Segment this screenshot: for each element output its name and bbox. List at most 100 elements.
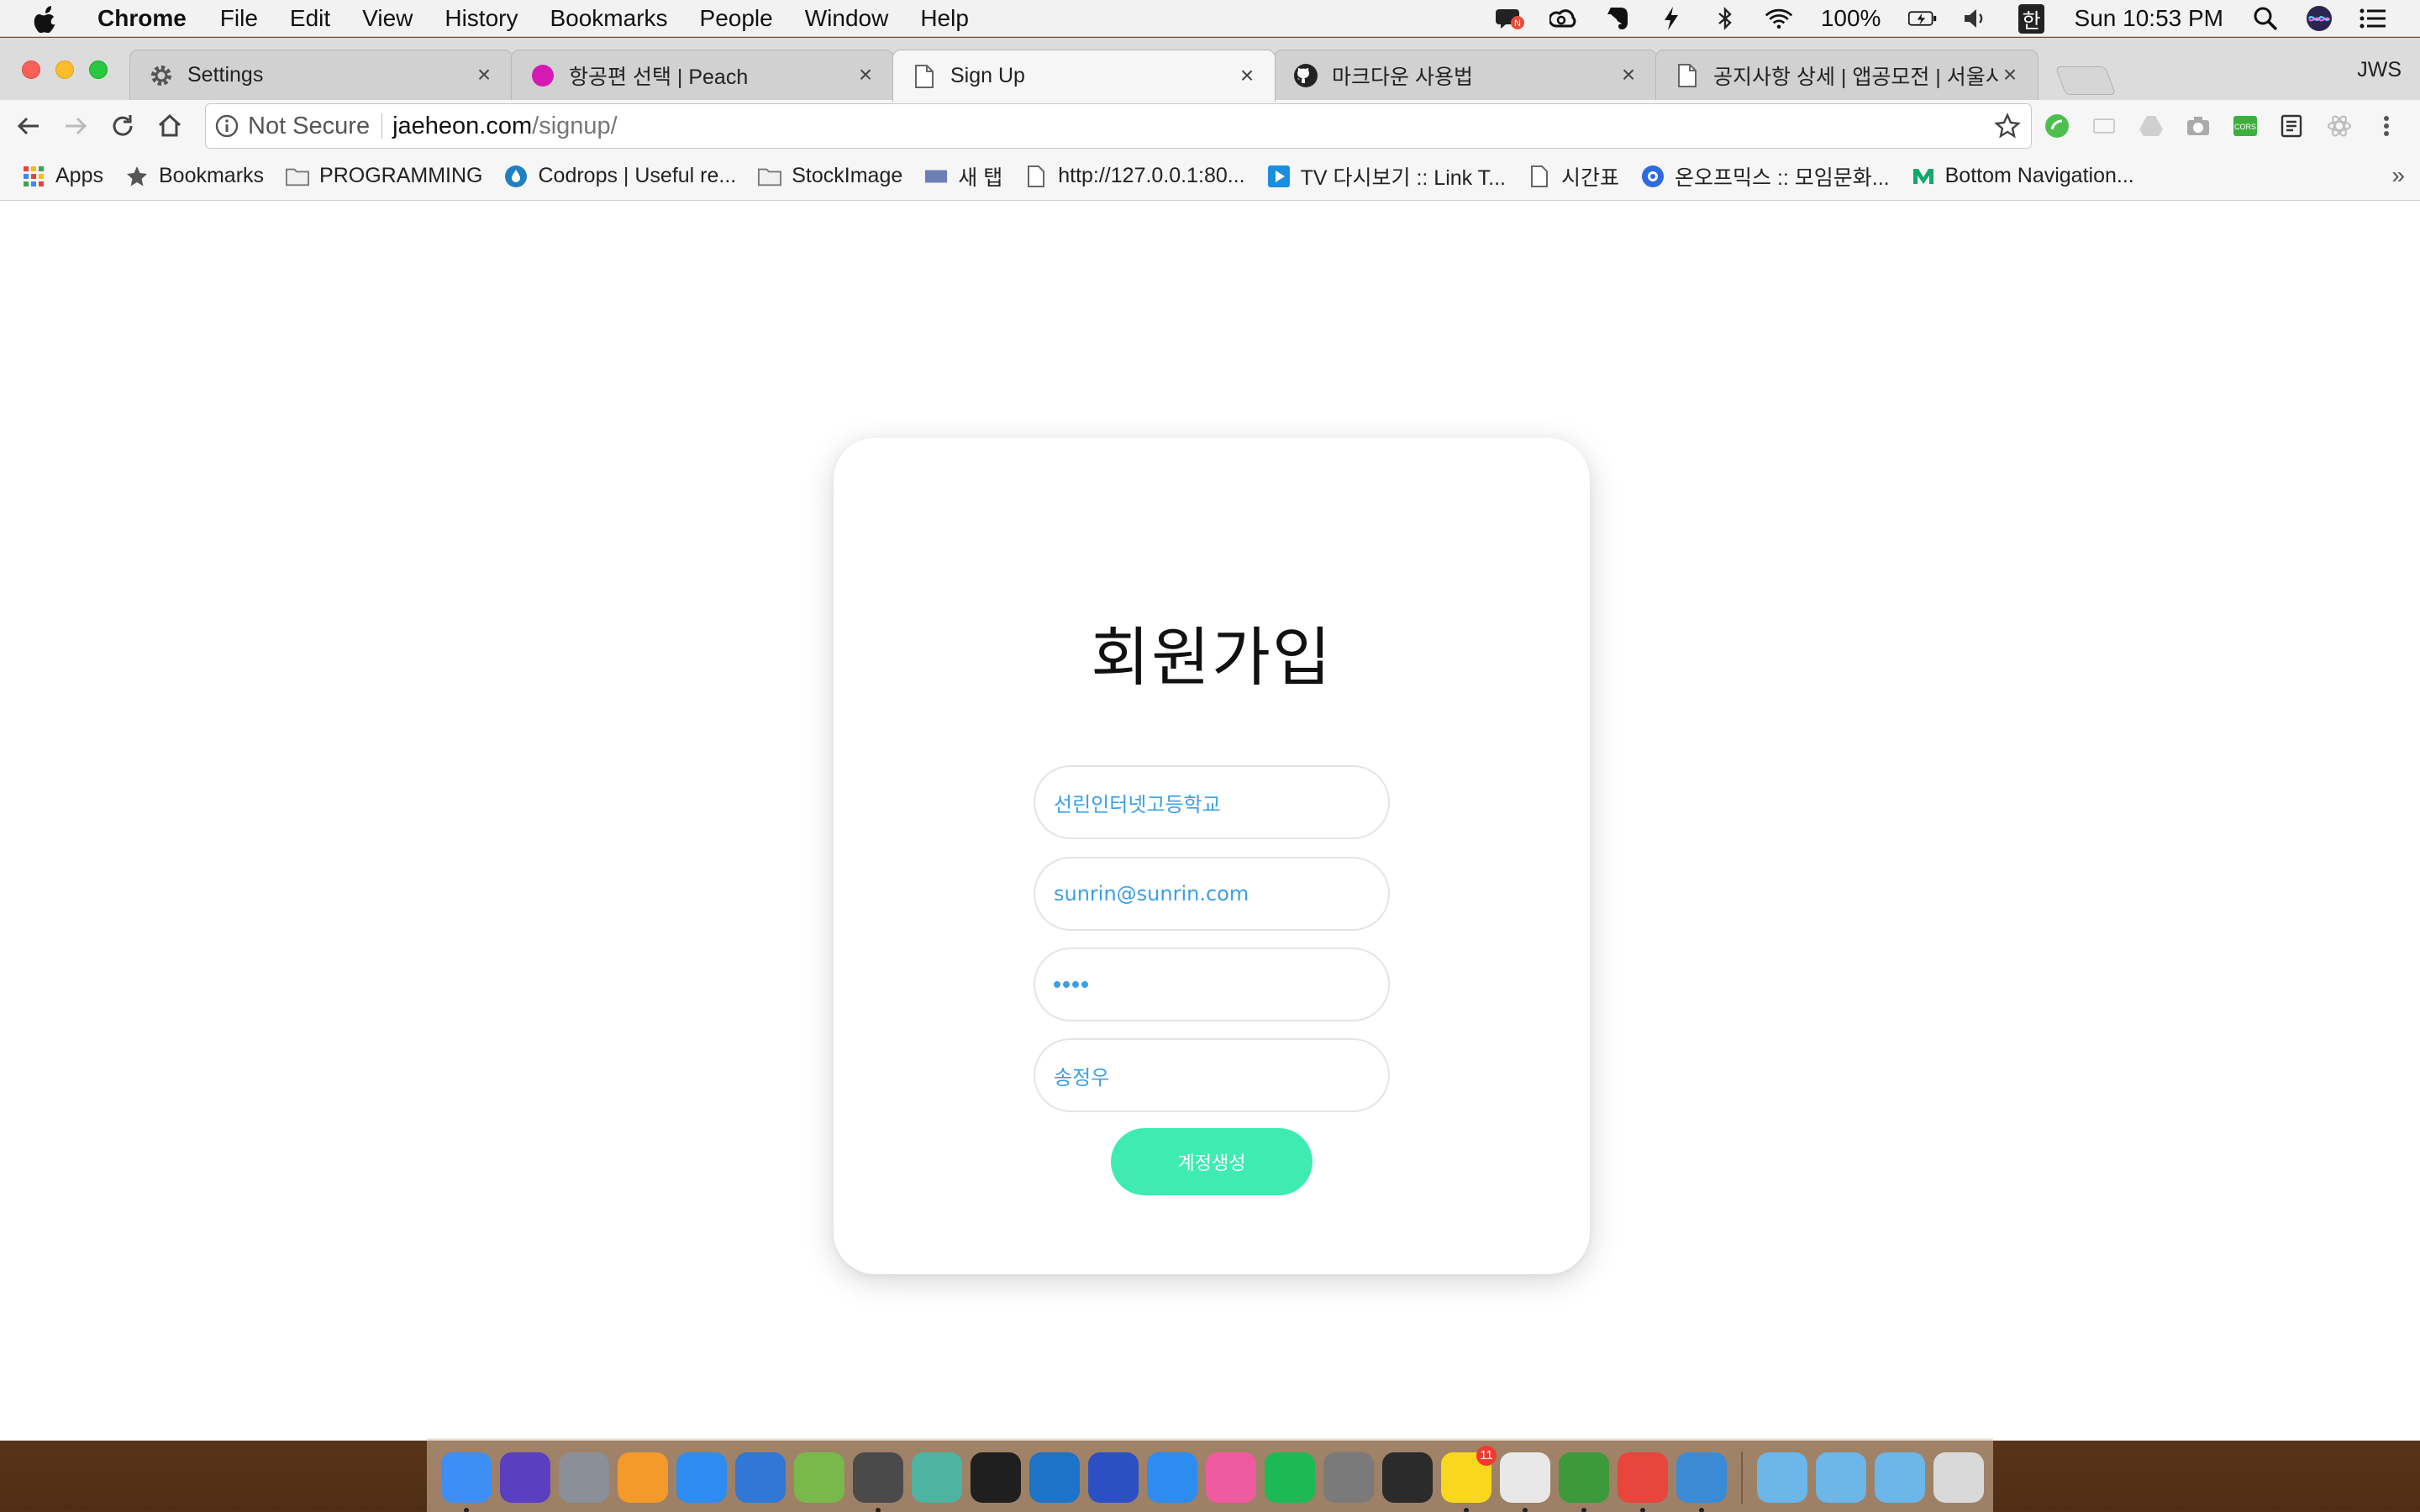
android-studio-dock-icon[interactable]: [794, 1452, 844, 1503]
bookmark-stockimage[interactable]: StockImage: [758, 164, 902, 188]
system-preferences-dock-icon[interactable]: [1323, 1452, 1374, 1503]
chrome-dock-icon[interactable]: [1618, 1452, 1668, 1512]
bookmark-star-icon[interactable]: [1994, 113, 2021, 139]
bookmark-newtab[interactable]: 새 탭: [924, 161, 1002, 192]
itunes-dock-icon[interactable]: [1206, 1452, 1256, 1503]
safari-dock-icon[interactable]: [1147, 1452, 1197, 1503]
tweetbot-dock-icon[interactable]: [1676, 1452, 1727, 1512]
password-dot: [1081, 981, 1088, 988]
green-extension-icon[interactable]: [2042, 111, 2072, 141]
bookmark-timetable[interactable]: 시간표: [1528, 161, 1619, 192]
volume-icon[interactable]: [1962, 6, 1991, 31]
info-icon[interactable]: [214, 113, 239, 139]
clipboard-icon[interactable]: [2277, 111, 2307, 141]
menubar-clock[interactable]: Sun 10:53 PM: [2075, 5, 2223, 32]
react-devtools-icon[interactable]: [2324, 111, 2354, 141]
notification-center-icon[interactable]: [2359, 6, 2387, 31]
profile-name[interactable]: JWS: [2357, 58, 2402, 82]
evernote-dock-icon[interactable]: [1559, 1452, 1609, 1512]
spotlight-icon[interactable]: [2251, 6, 2280, 31]
tab-sign-up[interactable]: Sign Up ×: [892, 50, 1276, 102]
close-tab-icon[interactable]: ×: [473, 62, 495, 87]
url-path[interactable]: /signup/: [532, 113, 618, 140]
password-input[interactable]: [1034, 948, 1390, 1021]
email-input[interactable]: sunrin@sunrin.com: [1034, 857, 1390, 931]
sublime-text-dock-icon[interactable]: [853, 1452, 903, 1512]
name-input[interactable]: 송정우: [1034, 1038, 1390, 1112]
new-tab-button[interactable]: [2054, 66, 2117, 95]
flash-icon[interactable]: [1657, 6, 1686, 31]
downloads-folder-dock-icon[interactable]: [1757, 1452, 1807, 1503]
drive-icon[interactable]: [2136, 111, 2166, 141]
bookmark-localhost[interactable]: http://127.0.0.1:80...: [1024, 164, 1245, 188]
menu-people[interactable]: People: [700, 5, 773, 32]
menu-edit[interactable]: Edit: [290, 5, 330, 32]
address-bar[interactable]: Not Secure jaeheon.com /signup/: [205, 103, 2032, 149]
security-label[interactable]: Not Secure: [248, 113, 370, 140]
bookmark-onoffmix[interactable]: 온오프믹스 :: 모임문화...: [1641, 161, 1890, 192]
atom-dock-icon[interactable]: [912, 1452, 962, 1503]
menu-bookmarks[interactable]: Bookmarks: [550, 5, 667, 32]
trash-dock-icon[interactable]: [1933, 1452, 1984, 1503]
slack-dock-icon[interactable]: [1500, 1452, 1550, 1512]
camera-icon[interactable]: [2183, 111, 2213, 141]
close-tab-icon[interactable]: ×: [1236, 63, 1258, 87]
input-source[interactable]: 한: [2018, 3, 2044, 34]
cast-icon[interactable]: [2089, 111, 2119, 141]
launchpad-dock-icon[interactable]: [559, 1452, 609, 1503]
firefox-dock-icon[interactable]: [1088, 1452, 1139, 1503]
bookmark-bookmarks[interactable]: Bookmarks: [125, 164, 264, 188]
battery-icon[interactable]: [1908, 6, 1937, 31]
bookmark-tv[interactable]: TV 다시보기 :: Link T...: [1267, 161, 1506, 192]
applications-folder-dock-icon[interactable]: [1816, 1452, 1866, 1503]
creative-cloud-icon[interactable]: [1549, 6, 1578, 31]
tab-peach[interactable]: 항공편 선택 | Peach ×: [511, 50, 894, 100]
spotify-dock-icon[interactable]: [1265, 1452, 1315, 1503]
home-button[interactable]: [151, 108, 188, 144]
close-tab-icon[interactable]: ×: [855, 62, 876, 87]
close-tab-icon[interactable]: ×: [1999, 62, 2021, 87]
kakaotalk-dock-icon[interactable]: 11: [1441, 1445, 1497, 1512]
bookmark-codrops[interactable]: Codrops | Useful re...: [504, 164, 736, 188]
url-host[interactable]: jaeheon.com: [392, 113, 532, 140]
siri-icon[interactable]: [2305, 6, 2333, 31]
fullscreen-window-button[interactable]: [89, 60, 108, 79]
bookmark-bottom-navigation[interactable]: Bottom Navigation...: [1912, 164, 2134, 188]
siri-dock-icon[interactable]: [500, 1452, 550, 1503]
more-menu-icon[interactable]: [2371, 111, 2402, 141]
close-window-button[interactable]: [22, 60, 40, 79]
tab-markdown[interactable]: 마크다운 사용법 ×: [1274, 50, 1657, 100]
drive-folder-dock-icon[interactable]: [1875, 1452, 1925, 1503]
close-tab-icon[interactable]: ×: [1618, 62, 1639, 87]
menu-app-name[interactable]: Chrome: [97, 5, 187, 32]
bluetooth-icon[interactable]: [1711, 6, 1739, 31]
create-account-button[interactable]: 계정생성: [1111, 1128, 1313, 1195]
notification-n-icon[interactable]: N: [1495, 6, 1524, 31]
apple-icon[interactable]: [34, 4, 59, 33]
menu-help[interactable]: Help: [920, 5, 969, 32]
menu-view[interactable]: View: [362, 5, 413, 32]
bookmarks-overflow-icon[interactable]: »: [2391, 162, 2405, 189]
reload-button[interactable]: [104, 108, 141, 144]
menu-window[interactable]: Window: [805, 5, 889, 32]
menu-history[interactable]: History: [445, 5, 518, 32]
minimize-window-button[interactable]: [55, 60, 74, 79]
menu-file[interactable]: File: [220, 5, 258, 32]
forward-button[interactable]: [57, 108, 94, 144]
back-button[interactable]: [10, 108, 47, 144]
tab-notice[interactable]: 공지사항 상세 | 앱공모전 | 서울시 도 ×: [1655, 50, 2039, 100]
wifi-icon[interactable]: [1765, 6, 1793, 31]
app-store-dock-icon[interactable]: [676, 1452, 727, 1503]
bookmark-programming[interactable]: PROGRAMMING: [286, 164, 482, 188]
terminal-dock-icon[interactable]: [1382, 1452, 1433, 1503]
finder-dock-icon[interactable]: [441, 1452, 492, 1512]
cors-icon[interactable]: CORS: [2230, 111, 2260, 141]
bookmark-apps[interactable]: Apps: [22, 164, 103, 188]
webstorm-dock-icon[interactable]: [1029, 1452, 1080, 1503]
xcode-dock-icon[interactable]: [735, 1452, 786, 1503]
school-input[interactable]: 선린인터넷고등학교: [1034, 765, 1390, 839]
tab-settings[interactable]: Settings ×: [129, 50, 513, 100]
evernote-icon[interactable]: [1603, 6, 1632, 31]
ibooks-dock-icon[interactable]: [618, 1452, 668, 1503]
pycharm-dock-icon[interactable]: [971, 1452, 1021, 1503]
